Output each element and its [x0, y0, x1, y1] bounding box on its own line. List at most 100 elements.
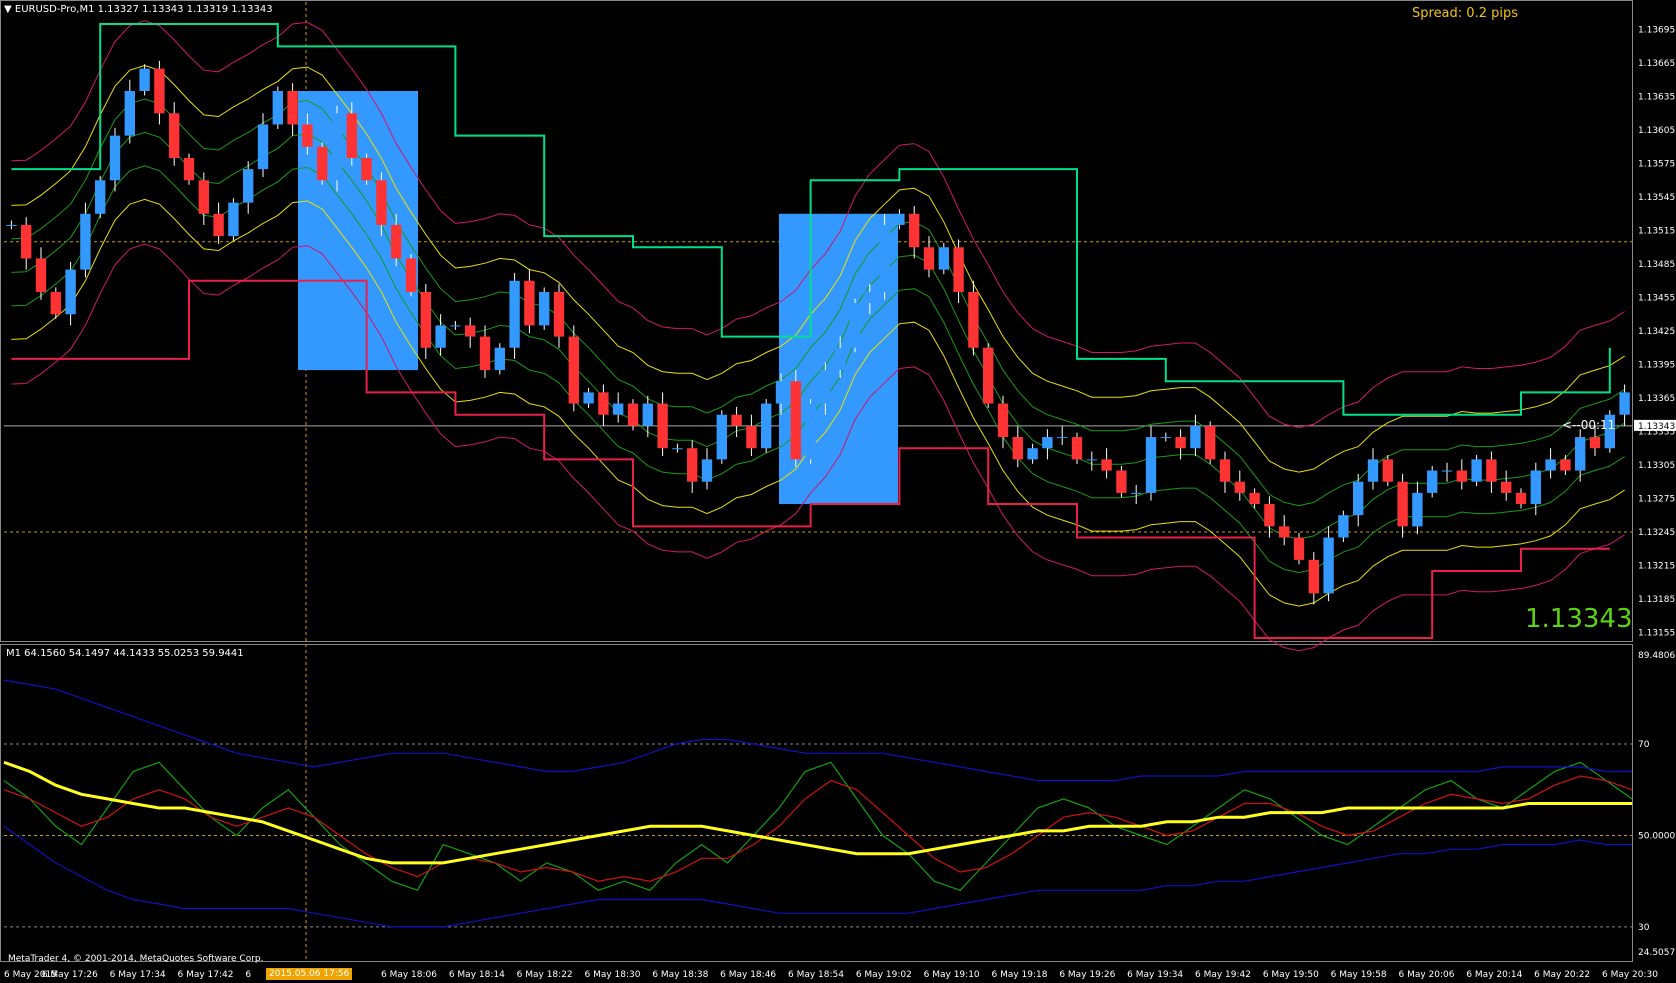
candle-body	[228, 202, 239, 237]
sub-y-tick-label: 89.4806	[1638, 651, 1675, 661]
y-tick-label: 1.13695	[1638, 26, 1675, 36]
candle-body	[479, 336, 491, 371]
candle-body	[391, 224, 402, 259]
candle-body	[1338, 515, 1349, 538]
x-tick-label: 6 May 17:26	[42, 970, 98, 980]
candle-body	[50, 291, 61, 315]
candle-body	[169, 113, 180, 158]
candle-body	[1308, 559, 1319, 594]
candle-body	[405, 258, 417, 292]
candle-body	[835, 347, 846, 371]
candle-body	[879, 224, 890, 292]
y-tick-label: 1.13455	[1638, 294, 1675, 304]
y-tick-label: 1.13545	[1638, 193, 1675, 203]
candle-body	[1353, 481, 1364, 516]
candle-body	[1057, 437, 1068, 439]
candle-body	[539, 291, 550, 326]
x-tick-label: 6 May 19:42	[1195, 970, 1251, 980]
candle-body	[331, 113, 343, 181]
candle-body	[1471, 459, 1482, 482]
oscillator-series	[3, 761, 1633, 892]
x-tick-label: 6 May 18:46	[720, 970, 776, 980]
candle-body	[583, 392, 594, 404]
candle-body	[1071, 437, 1083, 460]
candle-body	[420, 291, 431, 348]
candle-body	[1501, 481, 1512, 493]
x-tick-label: 6 May 18:38	[652, 970, 708, 980]
y-tick-label: 1.13665	[1638, 59, 1675, 69]
candle-body	[1042, 437, 1053, 449]
x-tick-label: 6 May 17:42	[178, 970, 234, 980]
candle-body	[775, 381, 787, 404]
candle-body	[1367, 459, 1379, 482]
candle-body	[1249, 492, 1260, 505]
candle-body	[1027, 448, 1038, 460]
candle-body	[465, 325, 476, 337]
candle-body	[657, 403, 668, 449]
candle-body	[864, 291, 875, 304]
y-tick-label: 1.13155	[1638, 628, 1675, 638]
oscillator-series	[3, 679, 1632, 782]
y-tick-label: 1.13575	[1638, 160, 1675, 170]
candle-body	[1397, 481, 1408, 527]
oscillator-series	[3, 825, 1632, 928]
big-price-label: 1.13343	[1525, 604, 1633, 634]
y-tick-label: 1.13515	[1638, 227, 1675, 237]
sub-y-tick-label: 50.0000	[1638, 831, 1675, 841]
candle-body	[1264, 504, 1275, 527]
candle-body	[95, 180, 106, 214]
x-tick-label: 6 May 19:10	[924, 970, 980, 980]
candle-body	[450, 325, 461, 327]
main-panel-header: ▼ EURUSD-Pro,M1 1.13327 1.13343 1.13319 …	[4, 4, 273, 15]
candle-body	[997, 403, 1009, 438]
candle-body	[272, 90, 283, 125]
candle-body	[805, 403, 816, 460]
candle-body	[672, 448, 683, 450]
current-price-text: 1.13343	[1638, 422, 1675, 432]
candle-body	[642, 403, 653, 426]
candle-body	[1427, 470, 1438, 493]
candle-body	[257, 124, 269, 170]
candle-body	[183, 157, 195, 181]
y-tick-label: 1.13245	[1638, 528, 1675, 538]
candle-body	[1589, 437, 1601, 449]
candle-body	[1145, 437, 1157, 493]
candle-body	[198, 180, 209, 214]
spread-label: Spread: 0.2 pips	[1412, 6, 1518, 21]
x-tick-label: 6 May 20:14	[1466, 970, 1522, 980]
x-tick-label: 6 May 19:26	[1059, 970, 1115, 980]
chart-root: 1.13695 1.13665 1.13635 1.13605 1.13575 1.135…	[0, 0, 1676, 983]
y-tick-label: 1.13605	[1638, 126, 1675, 136]
candle-body	[80, 213, 91, 270]
candle-body	[243, 169, 254, 203]
y-tick-label: 1.13215	[1638, 561, 1675, 571]
x-tick-label: 6 May 18:30	[585, 970, 641, 980]
x-tick-label: 6 May 19:02	[856, 970, 912, 980]
y-tick-label: 1.13395	[1638, 360, 1675, 370]
candle-body	[1190, 425, 1201, 449]
candle-body	[790, 381, 801, 460]
candle-body	[361, 157, 372, 181]
candle-body	[1323, 537, 1334, 594]
x-tick-label: 6 May 18:54	[788, 970, 844, 980]
sub-y-tick-label: 24.5057	[1638, 948, 1675, 958]
candle-body	[1575, 437, 1586, 471]
candle-body	[849, 303, 861, 348]
x-tick-label: 6 May 20:22	[1534, 970, 1590, 980]
candle-body	[909, 213, 920, 248]
oscillator-series	[3, 760, 1632, 865]
candle-body	[627, 403, 639, 426]
candle-body	[302, 124, 313, 147]
bar-countdown: <--00:11	[1562, 418, 1616, 432]
candle-body	[1486, 459, 1497, 482]
candle-body	[1560, 459, 1571, 471]
candle-body	[65, 269, 76, 315]
main-chart[interactable]: 1.13695 1.13665 1.13635 1.13605 1.13575 1.135…	[0, 0, 1676, 983]
candle-body	[1530, 470, 1541, 505]
candle-body	[494, 347, 505, 371]
candle-body	[124, 90, 135, 136]
candle-body	[1219, 459, 1231, 482]
oscillator-series	[3, 775, 1633, 882]
candle-body	[346, 113, 357, 158]
candle-body	[1545, 459, 1556, 471]
